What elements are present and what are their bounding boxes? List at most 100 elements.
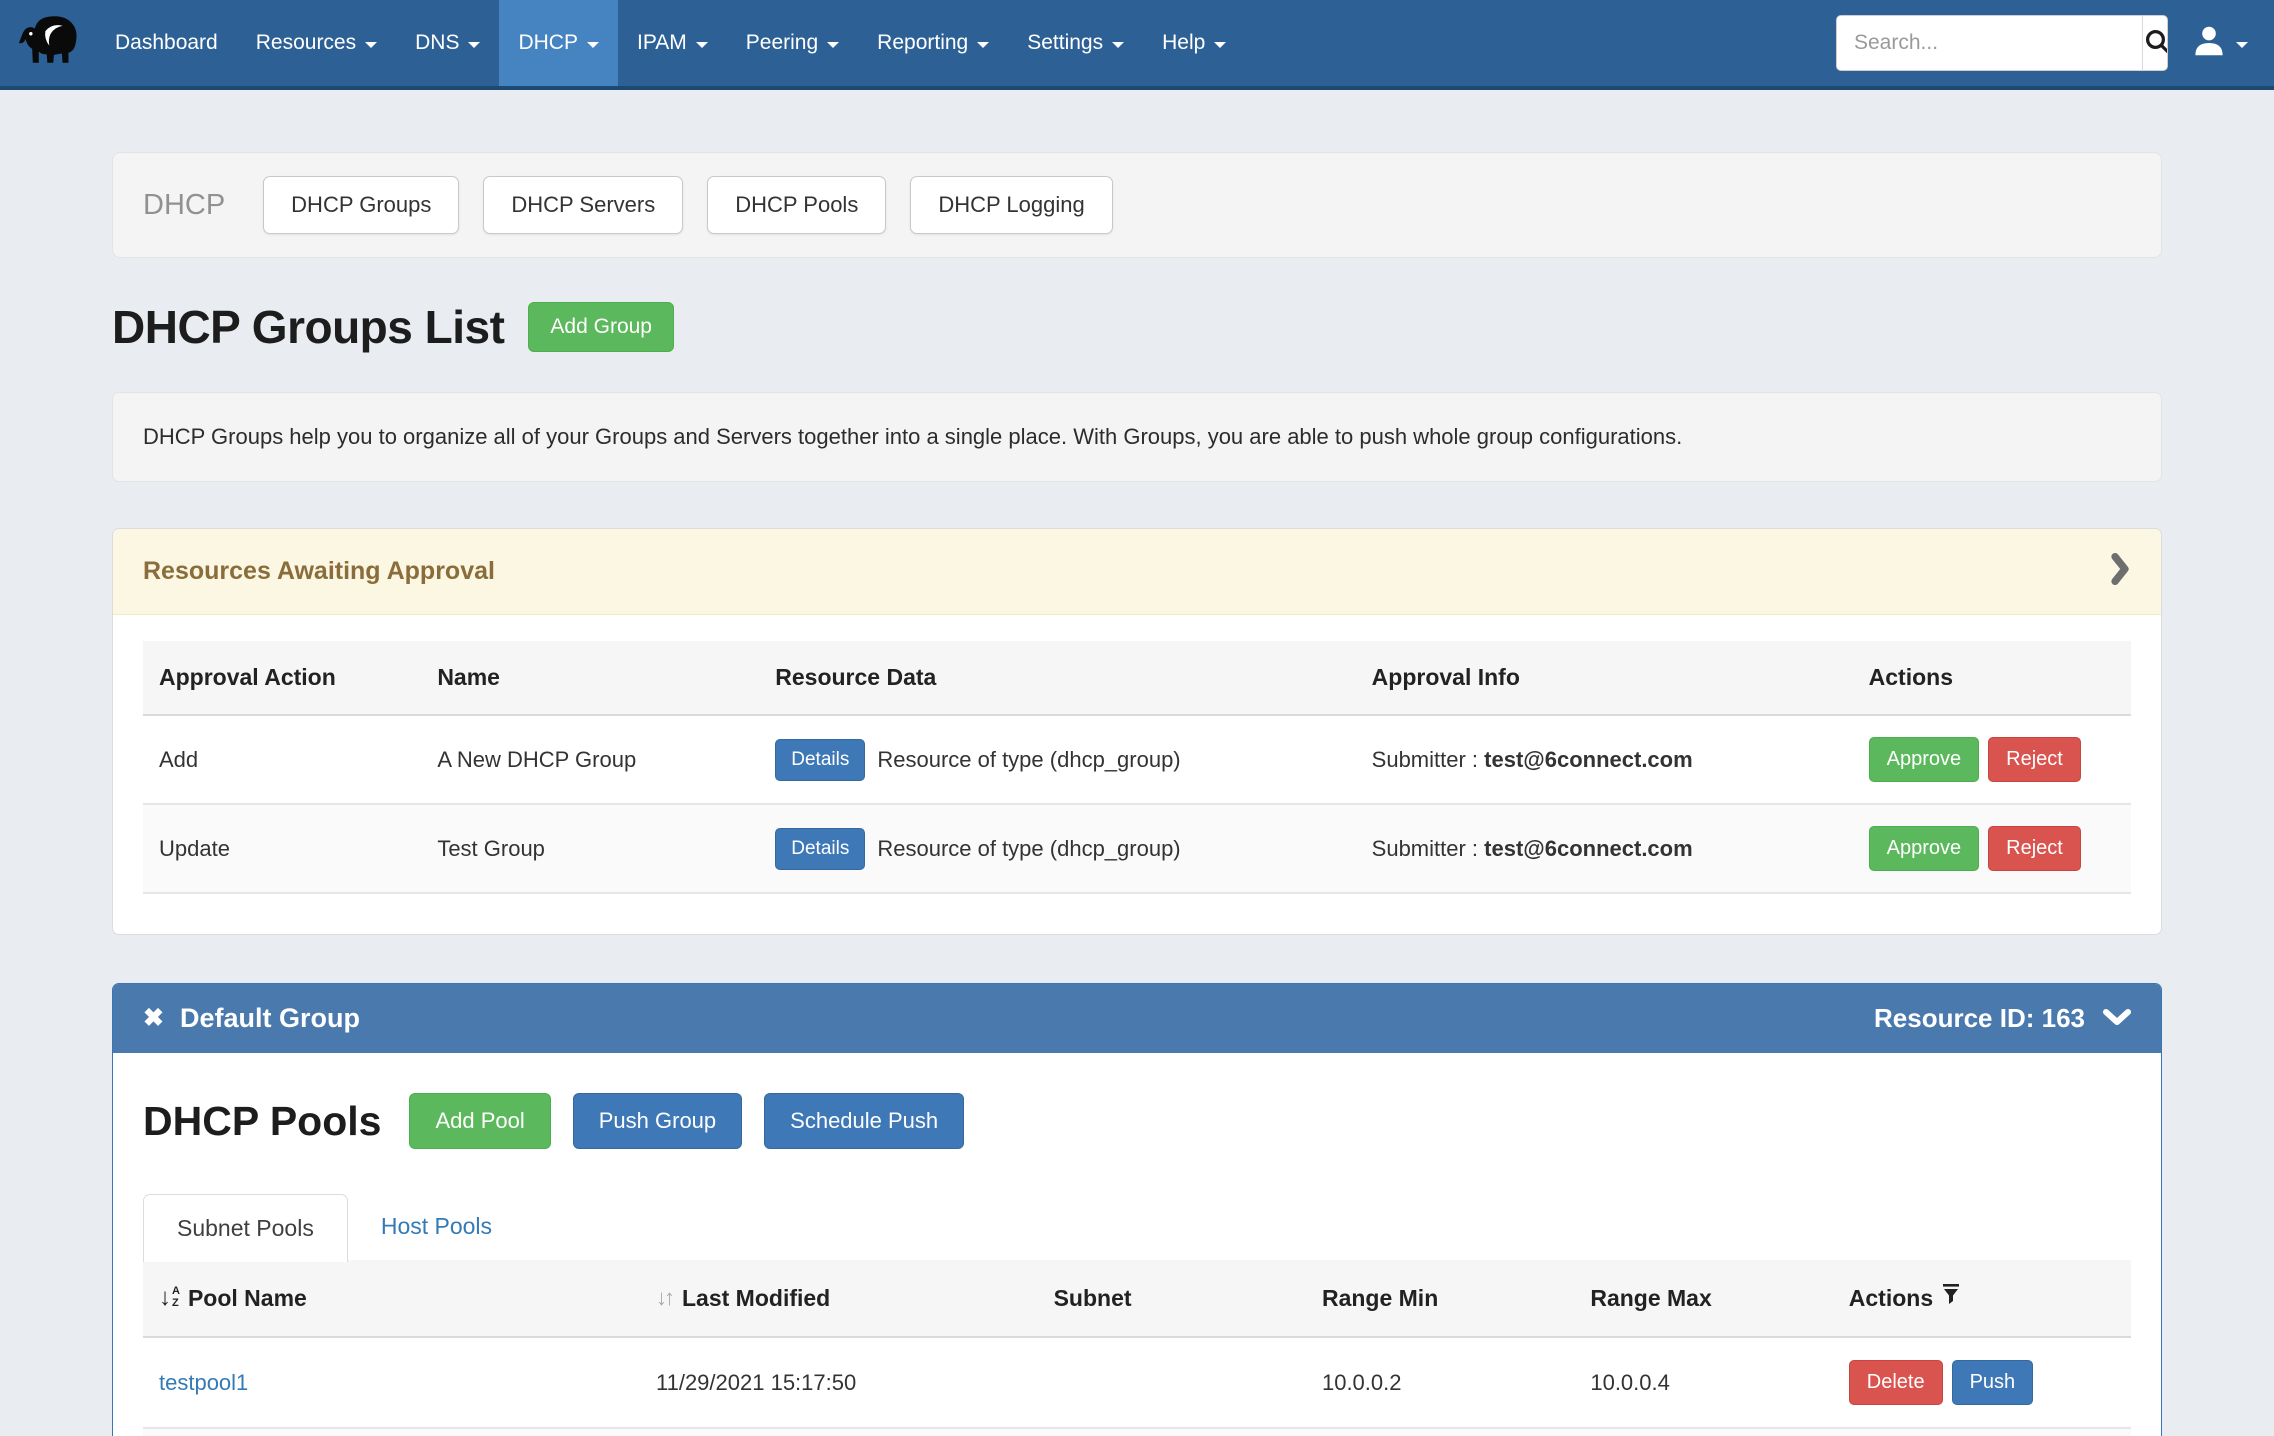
tab-host-pools[interactable]: Host Pools [348, 1193, 525, 1260]
tab-dhcp-pools[interactable]: DHCP Pools [707, 176, 886, 234]
approval-table: Approval Action Name Resource Data Appro… [143, 641, 2131, 894]
approval-name: A New DHCP Group [421, 715, 759, 804]
tab-dhcp-groups[interactable]: DHCP Groups [263, 176, 459, 234]
group-panel-header: ✖ Default Group Resource ID: 163 [113, 984, 2161, 1053]
nav-item-ipam[interactable]: IPAM [618, 0, 727, 86]
caret-down-icon [696, 42, 708, 48]
caret-down-icon [2236, 42, 2248, 48]
nav-item-settings[interactable]: Settings [1008, 0, 1143, 86]
resource-data-text: Resource of type (dhcp_group) [877, 836, 1180, 862]
approval-row: Add A New DHCP Group Details Resource of… [143, 715, 2131, 804]
col-name: Name [421, 641, 759, 715]
description-panel: DHCP Groups help you to organize all of … [112, 392, 2162, 482]
nav-item-dhcp[interactable]: DHCP [499, 0, 618, 86]
reject-button[interactable]: Reject [1988, 826, 2081, 871]
mammoth-icon [15, 11, 81, 76]
approve-button[interactable]: Approve [1869, 826, 1980, 871]
caret-down-icon [977, 42, 989, 48]
submitter-label: Submitter : [1372, 836, 1478, 861]
top-navbar: Dashboard Resources DNS DHCP IPAM Peerin… [0, 0, 2274, 90]
pool-modified: 08/07/2021 19:35:17 [640, 1428, 1038, 1436]
pool-row: testpool2 08/07/2021 19:35:17 12.0.0.0 1… [143, 1428, 2131, 1436]
col-resource-data: Resource Data [759, 641, 1355, 715]
add-group-button[interactable]: Add Group [528, 302, 674, 352]
caret-down-icon [468, 42, 480, 48]
chevron-down-icon[interactable] [2103, 1003, 2131, 1034]
push-button[interactable]: Push [1952, 1360, 2034, 1405]
approve-button[interactable]: Approve [1869, 737, 1980, 782]
nav-item-dns[interactable]: DNS [396, 0, 499, 86]
search-button[interactable] [2142, 16, 2168, 70]
caret-down-icon [365, 42, 377, 48]
group-panel-body: DHCP Pools Add Pool Push Group Schedule … [113, 1053, 2161, 1436]
user-menu[interactable] [2190, 22, 2248, 65]
pool-range-min: 10.0.0.2 [1306, 1337, 1574, 1428]
page-title: DHCP Groups List [112, 300, 504, 354]
caret-down-icon [827, 42, 839, 48]
dhcp-subnav: DHCP DHCP Groups DHCP Servers DHCP Pools… [112, 152, 2162, 258]
approval-table-header: Approval Action Name Resource Data Appro… [143, 641, 2131, 715]
approval-panel-title: Resources Awaiting Approval [143, 557, 495, 586]
col-actions: Actions [1849, 1285, 1933, 1312]
resource-id-label: Resource ID: 163 [1874, 1003, 2085, 1034]
search-group [1836, 15, 2168, 71]
nav-item-resources[interactable]: Resources [237, 0, 396, 86]
group-title: Default Group [180, 1003, 360, 1034]
schedule-push-button[interactable]: Schedule Push [764, 1093, 964, 1149]
add-pool-button[interactable]: Add Pool [409, 1093, 550, 1149]
push-group-button[interactable]: Push Group [573, 1093, 742, 1149]
pool-name-link[interactable]: testpool1 [159, 1370, 248, 1395]
pools-table: ↓ AZ Pool Name ↓↑ Last Modified [143, 1260, 2131, 1436]
col-actions: Actions [1853, 641, 2131, 715]
caret-down-icon [587, 42, 599, 48]
nav-item-peering[interactable]: Peering [727, 0, 858, 86]
nav-item-help[interactable]: Help [1143, 0, 1245, 86]
default-group-panel: ✖ Default Group Resource ID: 163 DHCP Po… [112, 983, 2162, 1436]
col-subnet: Subnet [1038, 1260, 1306, 1337]
group-header-right[interactable]: Resource ID: 163 [1874, 1003, 2131, 1034]
section-title: DHCP Pools [143, 1098, 381, 1145]
close-icon[interactable]: ✖ [143, 1006, 164, 1031]
brand-logo[interactable] [0, 0, 96, 86]
user-icon [2190, 22, 2228, 65]
title-row: DHCP Groups List Add Group [112, 300, 2162, 354]
tab-dhcp-logging[interactable]: DHCP Logging [910, 176, 1112, 234]
pools-header-row: DHCP Pools Add Pool Push Group Schedule … [143, 1093, 2131, 1149]
col-approval-action: Approval Action [143, 641, 421, 715]
col-last-modified[interactable]: Last Modified [682, 1285, 830, 1312]
reject-button[interactable]: Reject [1988, 737, 2081, 782]
submitter-email: test@6connect.com [1484, 747, 1693, 772]
approval-action: Update [143, 804, 421, 893]
navbar-right [1836, 0, 2274, 86]
col-pool-name[interactable]: Pool Name [188, 1285, 307, 1312]
tab-dhcp-servers[interactable]: DHCP Servers [483, 176, 683, 234]
search-icon [2143, 27, 2168, 60]
nav-item-reporting[interactable]: Reporting [858, 0, 1008, 86]
delete-button[interactable]: Delete [1849, 1360, 1943, 1405]
pools-table-header: ↓ AZ Pool Name ↓↑ Last Modified [143, 1260, 2131, 1337]
nav-item-dashboard[interactable]: Dashboard [96, 0, 237, 86]
tab-subnet-pools[interactable]: Subnet Pools [143, 1194, 348, 1262]
approval-row: Update Test Group Details Resource of ty… [143, 804, 2131, 893]
pools-tabs: Subnet Pools Host Pools [143, 1193, 2131, 1260]
subnav-label: DHCP [143, 189, 225, 222]
details-button[interactable]: Details [775, 739, 865, 781]
approval-panel-header[interactable]: Resources Awaiting Approval [113, 529, 2161, 615]
pool-range-max: 10.0.0.4 [1574, 1337, 1832, 1428]
details-button[interactable]: Details [775, 828, 865, 870]
col-approval-info: Approval Info [1356, 641, 1853, 715]
search-input[interactable] [1837, 16, 2142, 70]
submitter-email: test@6connect.com [1484, 836, 1693, 861]
sort-alpha-down-icon[interactable]: ↓ AZ [159, 1284, 180, 1312]
nav-menu: Dashboard Resources DNS DHCP IPAM Peerin… [96, 0, 1245, 86]
chevron-right-icon[interactable] [2109, 553, 2131, 590]
pool-modified: 11/29/2021 15:17:50 [640, 1337, 1038, 1428]
caret-down-icon [1112, 42, 1124, 48]
pool-range-min: 12.0.0.0 [1306, 1428, 1574, 1436]
filter-icon[interactable] [1941, 1284, 1961, 1312]
sort-updown-icon[interactable]: ↓↑ [656, 1285, 672, 1311]
approval-name: Test Group [421, 804, 759, 893]
pool-subnet [1038, 1337, 1306, 1428]
approval-panel: Resources Awaiting Approval Approval Act… [112, 528, 2162, 935]
approval-panel-body: Approval Action Name Resource Data Appro… [113, 615, 2161, 934]
